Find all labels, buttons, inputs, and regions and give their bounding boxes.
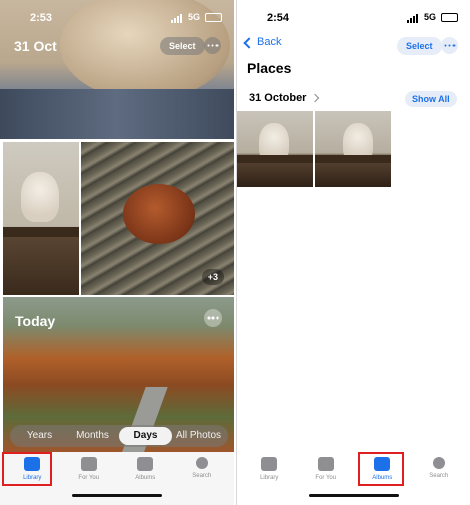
more-dots-icon — [444, 44, 455, 47]
tab-label: Search — [429, 473, 449, 479]
date-title: 31 Oct — [14, 38, 57, 54]
tab-label: For You — [78, 475, 100, 481]
tab-label: Albums — [135, 475, 156, 481]
more-button[interactable] — [441, 37, 458, 54]
place-photo-2[interactable] — [315, 111, 391, 187]
today-more-button[interactable] — [204, 309, 222, 327]
for-you-icon — [317, 457, 334, 471]
segment-months[interactable]: Months — [66, 427, 119, 445]
tab-search[interactable]: Search — [413, 452, 465, 505]
network-label: 5G — [187, 12, 200, 22]
tab-label: Search — [192, 473, 212, 479]
more-button[interactable] — [204, 37, 221, 54]
tab-bar: Library For You Albums Search — [0, 452, 234, 505]
select-button[interactable]: Select — [160, 37, 205, 55]
status-bar: 2:53 5G — [0, 0, 234, 36]
signal-icon — [171, 14, 182, 23]
tab-albums[interactable]: Albums — [119, 452, 171, 505]
signal-icon — [407, 14, 418, 23]
network-label: 5G — [423, 12, 436, 22]
show-all-button[interactable]: Show All — [405, 91, 457, 107]
status-time: 2:53 — [30, 12, 53, 24]
view-segmented-control: Years Months Days All Photos — [10, 425, 228, 447]
section-label: 31 October — [249, 92, 307, 104]
status-time: 2:54 — [267, 12, 290, 24]
segment-days[interactable]: Days — [119, 427, 172, 445]
tab-for-you[interactable]: For You — [300, 452, 352, 505]
chevron-right-icon — [311, 93, 320, 103]
status-bar: 2:54 5G — [237, 0, 470, 36]
tab-albums[interactable]: Albums — [356, 452, 408, 505]
back-chevron-icon — [243, 36, 255, 49]
right-screen: 2:54 5G Back Select Places 31 October Sh… — [236, 0, 470, 505]
select-button[interactable]: Select — [397, 37, 442, 55]
tab-label: Library — [260, 475, 279, 481]
tab-for-you[interactable]: For You — [63, 452, 115, 505]
back-label: Back — [257, 36, 282, 48]
segment-years[interactable]: Years — [13, 427, 66, 445]
back-button[interactable]: Back — [243, 36, 282, 49]
section-header[interactable]: 31 October — [249, 92, 320, 104]
tab-library[interactable]: Library — [2, 452, 58, 505]
home-indicator — [308, 494, 399, 497]
today-title: Today — [15, 313, 56, 329]
place-photo-1[interactable] — [237, 111, 313, 187]
page-title: Places — [247, 60, 292, 76]
search-icon — [432, 457, 445, 469]
albums-icon — [137, 457, 154, 471]
highlight-box — [2, 452, 53, 486]
battery-icon — [441, 13, 458, 22]
more-photos-badge: +3 — [201, 269, 224, 285]
photo-tile-red-panda[interactable]: +3 — [81, 142, 234, 295]
battery-icon — [205, 13, 222, 22]
tab-label: For You — [315, 475, 337, 481]
highlight-box — [358, 452, 405, 486]
library-icon — [261, 457, 278, 471]
more-dots-icon — [207, 44, 218, 47]
for-you-icon — [80, 457, 97, 471]
tab-search[interactable]: Search — [176, 452, 228, 505]
left-screen: 2:53 5G 31 Oct Select +3 Today Years Mon… — [0, 0, 234, 505]
search-icon — [195, 457, 208, 469]
more-dots-icon — [207, 316, 219, 320]
segment-all-photos[interactable]: All Photos — [172, 427, 225, 445]
tab-library[interactable]: Library — [243, 452, 295, 505]
photo-tile-dog[interactable] — [3, 142, 79, 295]
home-indicator — [72, 494, 162, 497]
tab-bar: Library For You Albums Search — [237, 452, 470, 505]
